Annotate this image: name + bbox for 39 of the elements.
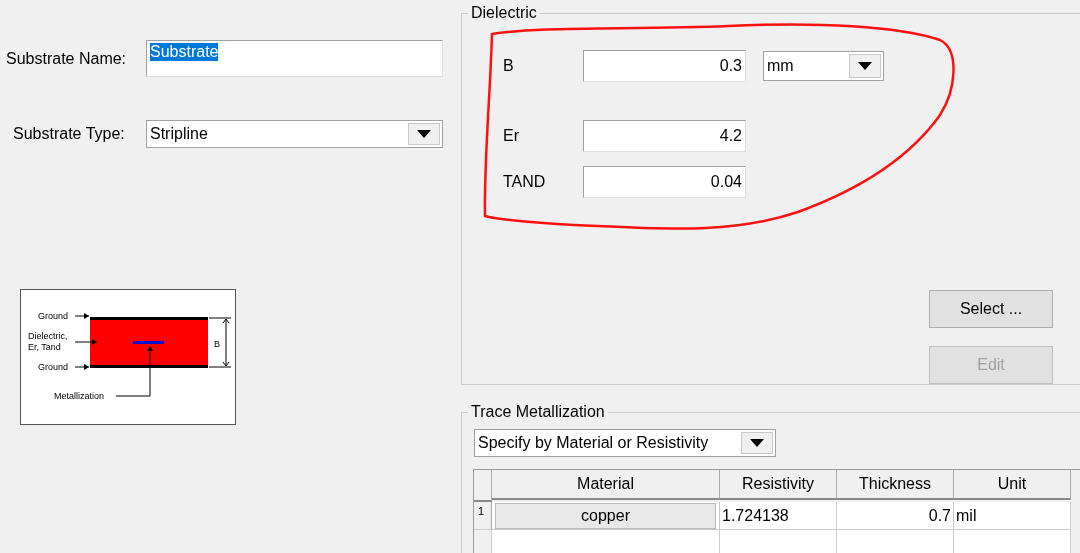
column-header: Material	[492, 470, 720, 500]
row-number: 1	[474, 502, 492, 530]
unit-dropdown[interactable]: mm	[763, 51, 884, 81]
leader-line	[74, 313, 90, 319]
field-label: TAND	[503, 173, 547, 191]
metal-strip	[133, 341, 164, 344]
diagram-label: Dielectric, Er, Tand	[28, 331, 68, 352]
table-cell: mil	[954, 502, 1071, 530]
dropdown-caret-icon	[858, 62, 872, 70]
input-field[interactable]: Substrate	[146, 40, 443, 77]
field-label: Substrate Name:	[6, 49, 128, 68]
input-field[interactable]: 0.04	[583, 166, 746, 198]
input-field[interactable]: 0.3	[583, 50, 746, 82]
input-field[interactable]: 4.2	[583, 120, 746, 152]
dimension-label: B	[214, 339, 220, 349]
field-label: B	[503, 57, 515, 75]
diagram-label: Ground	[38, 311, 69, 321]
dropdown-caret-icon	[417, 130, 431, 138]
dialog-button[interactable]: Select ...	[929, 290, 1053, 328]
diagram-label: Ground	[38, 362, 69, 372]
leader-line	[115, 345, 153, 397]
dropdown-caret-icon	[750, 439, 764, 447]
column-header: Resistivity	[720, 470, 837, 500]
leader-line	[74, 339, 98, 345]
group-title: Trace Metallization	[470, 403, 606, 421]
group-title: Dielectric	[470, 4, 538, 22]
dropdown[interactable]: Specify by Material or Resistivity	[474, 429, 776, 457]
field-label: Er	[503, 127, 520, 145]
table-cell: 1.724138	[720, 502, 837, 530]
column-header: Thickness	[837, 470, 954, 500]
dropdown[interactable]: Stripline	[146, 120, 443, 148]
dimension-arrow	[208, 317, 232, 368]
diagram-label: Metallization	[54, 391, 105, 401]
material-button[interactable]: copper	[495, 503, 716, 529]
leader-line	[74, 364, 90, 370]
table-cell: 0.7	[837, 502, 954, 530]
header-corner	[474, 470, 492, 502]
field-label: Substrate Type:	[13, 125, 126, 143]
column-header: Unit	[954, 470, 1071, 500]
